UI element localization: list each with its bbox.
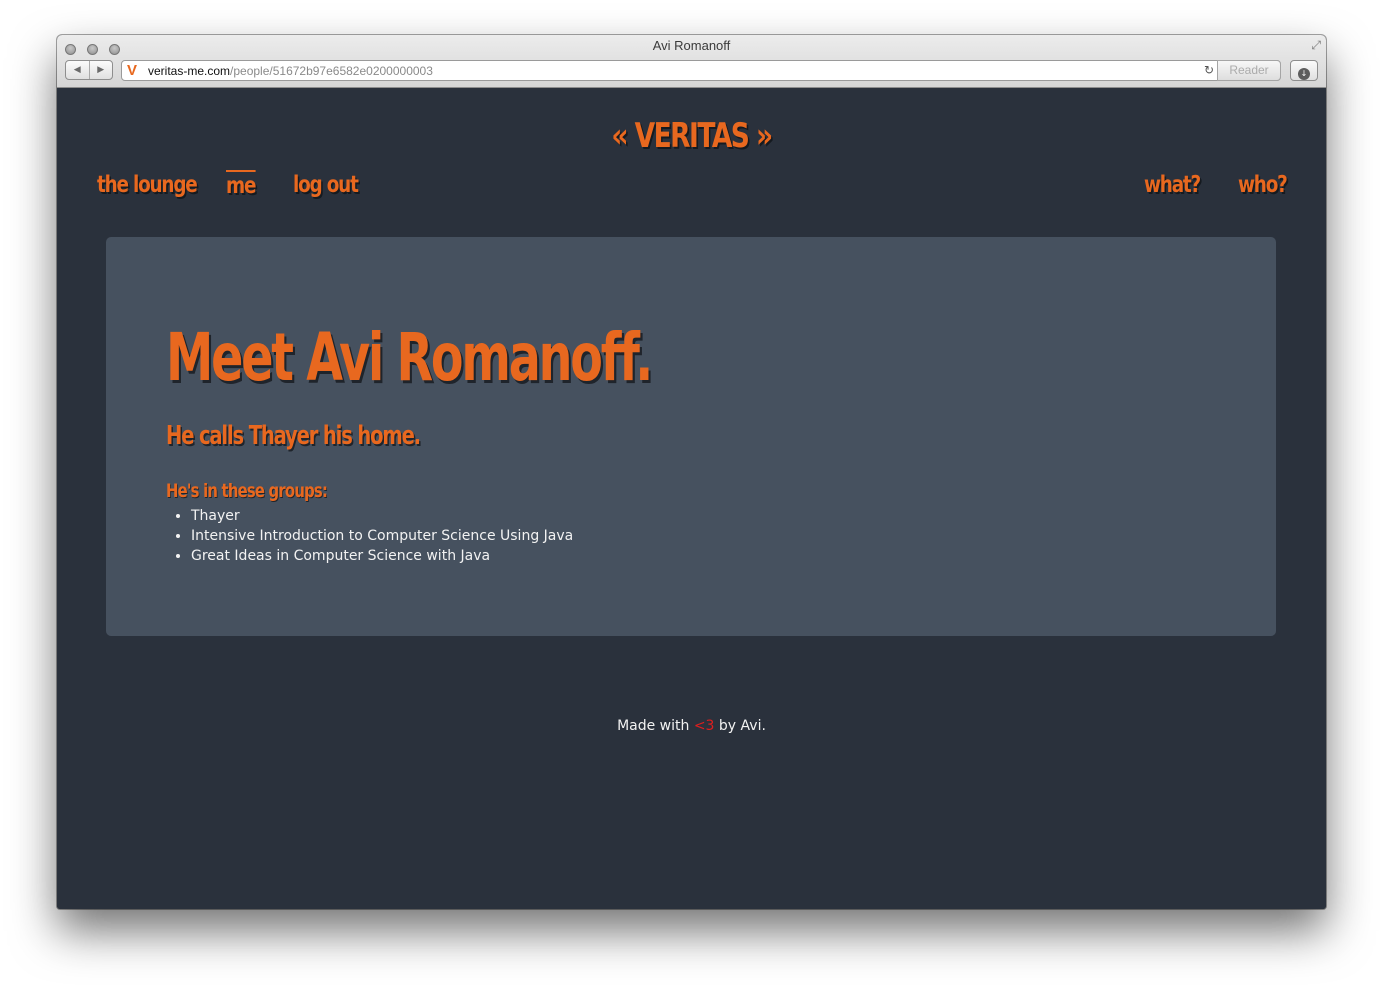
forward-arrow-icon[interactable]: ▶ — [90, 61, 113, 79]
back-arrow-icon[interactable]: ◀ — [66, 61, 90, 79]
reload-icon[interactable]: ↻ — [1204, 63, 1214, 77]
site-favicon-icon: V — [127, 62, 138, 79]
window-title: Avi Romanoff — [652, 38, 731, 53]
nav-link-what[interactable]: what? — [1144, 172, 1201, 198]
groups-heading: He's in these groups: — [166, 480, 328, 502]
download-icon: ↓ — [1298, 68, 1310, 80]
url-path: /people/51672b97e6582e0200000003 — [230, 64, 433, 78]
fullscreen-icon[interactable]: ⤢ — [1311, 38, 1321, 53]
page-title: Meet Avi Romanoff. — [166, 319, 653, 396]
nav-link-log-out[interactable]: log out — [293, 172, 359, 198]
list-item: Great Ideas in Computer Science with Jav… — [191, 546, 573, 566]
url-text[interactable]: veritas-me.com/people/51672b97e6582e0200… — [148, 64, 433, 78]
profile-panel: Meet Avi Romanoff. He calls Thayer his h… — [106, 237, 1276, 636]
list-item: Thayer — [191, 506, 573, 526]
browser-window: Avi Romanoff ⤢ ◀ ▶ V veritas-me.com/peop… — [57, 35, 1326, 909]
site-logo[interactable]: « VERITAS » — [197, 116, 1187, 156]
heart-text: <3 — [693, 718, 715, 734]
footer: Made with <3 by Avi. — [57, 718, 1326, 734]
footer-prefix: Made with — [617, 718, 690, 734]
nav-link-me[interactable]: me — [226, 170, 256, 199]
list-item: Intensive Introduction to Computer Scien… — [191, 526, 573, 546]
home-house-line: He calls Thayer his home. — [166, 421, 421, 451]
browser-toolbar: Avi Romanoff ⤢ ◀ ▶ V veritas-me.com/peop… — [57, 35, 1326, 88]
reader-button[interactable]: Reader — [1217, 60, 1281, 81]
footer-suffix: by Avi. — [718, 718, 766, 734]
nav-link-who[interactable]: who? — [1238, 172, 1288, 198]
address-bar[interactable]: V veritas-me.com/people/51672b97e6582e02… — [121, 60, 1281, 81]
url-domain: veritas-me.com — [148, 64, 231, 78]
page-content: « VERITAS » the lounge me log out what? … — [57, 88, 1326, 909]
groups-list: Thayer Intensive Introduction to Compute… — [166, 506, 573, 566]
downloads-button[interactable]: ↓ — [1290, 60, 1318, 81]
nav-link-the-lounge[interactable]: the lounge — [97, 172, 198, 198]
history-nav: ◀ ▶ — [65, 60, 113, 80]
